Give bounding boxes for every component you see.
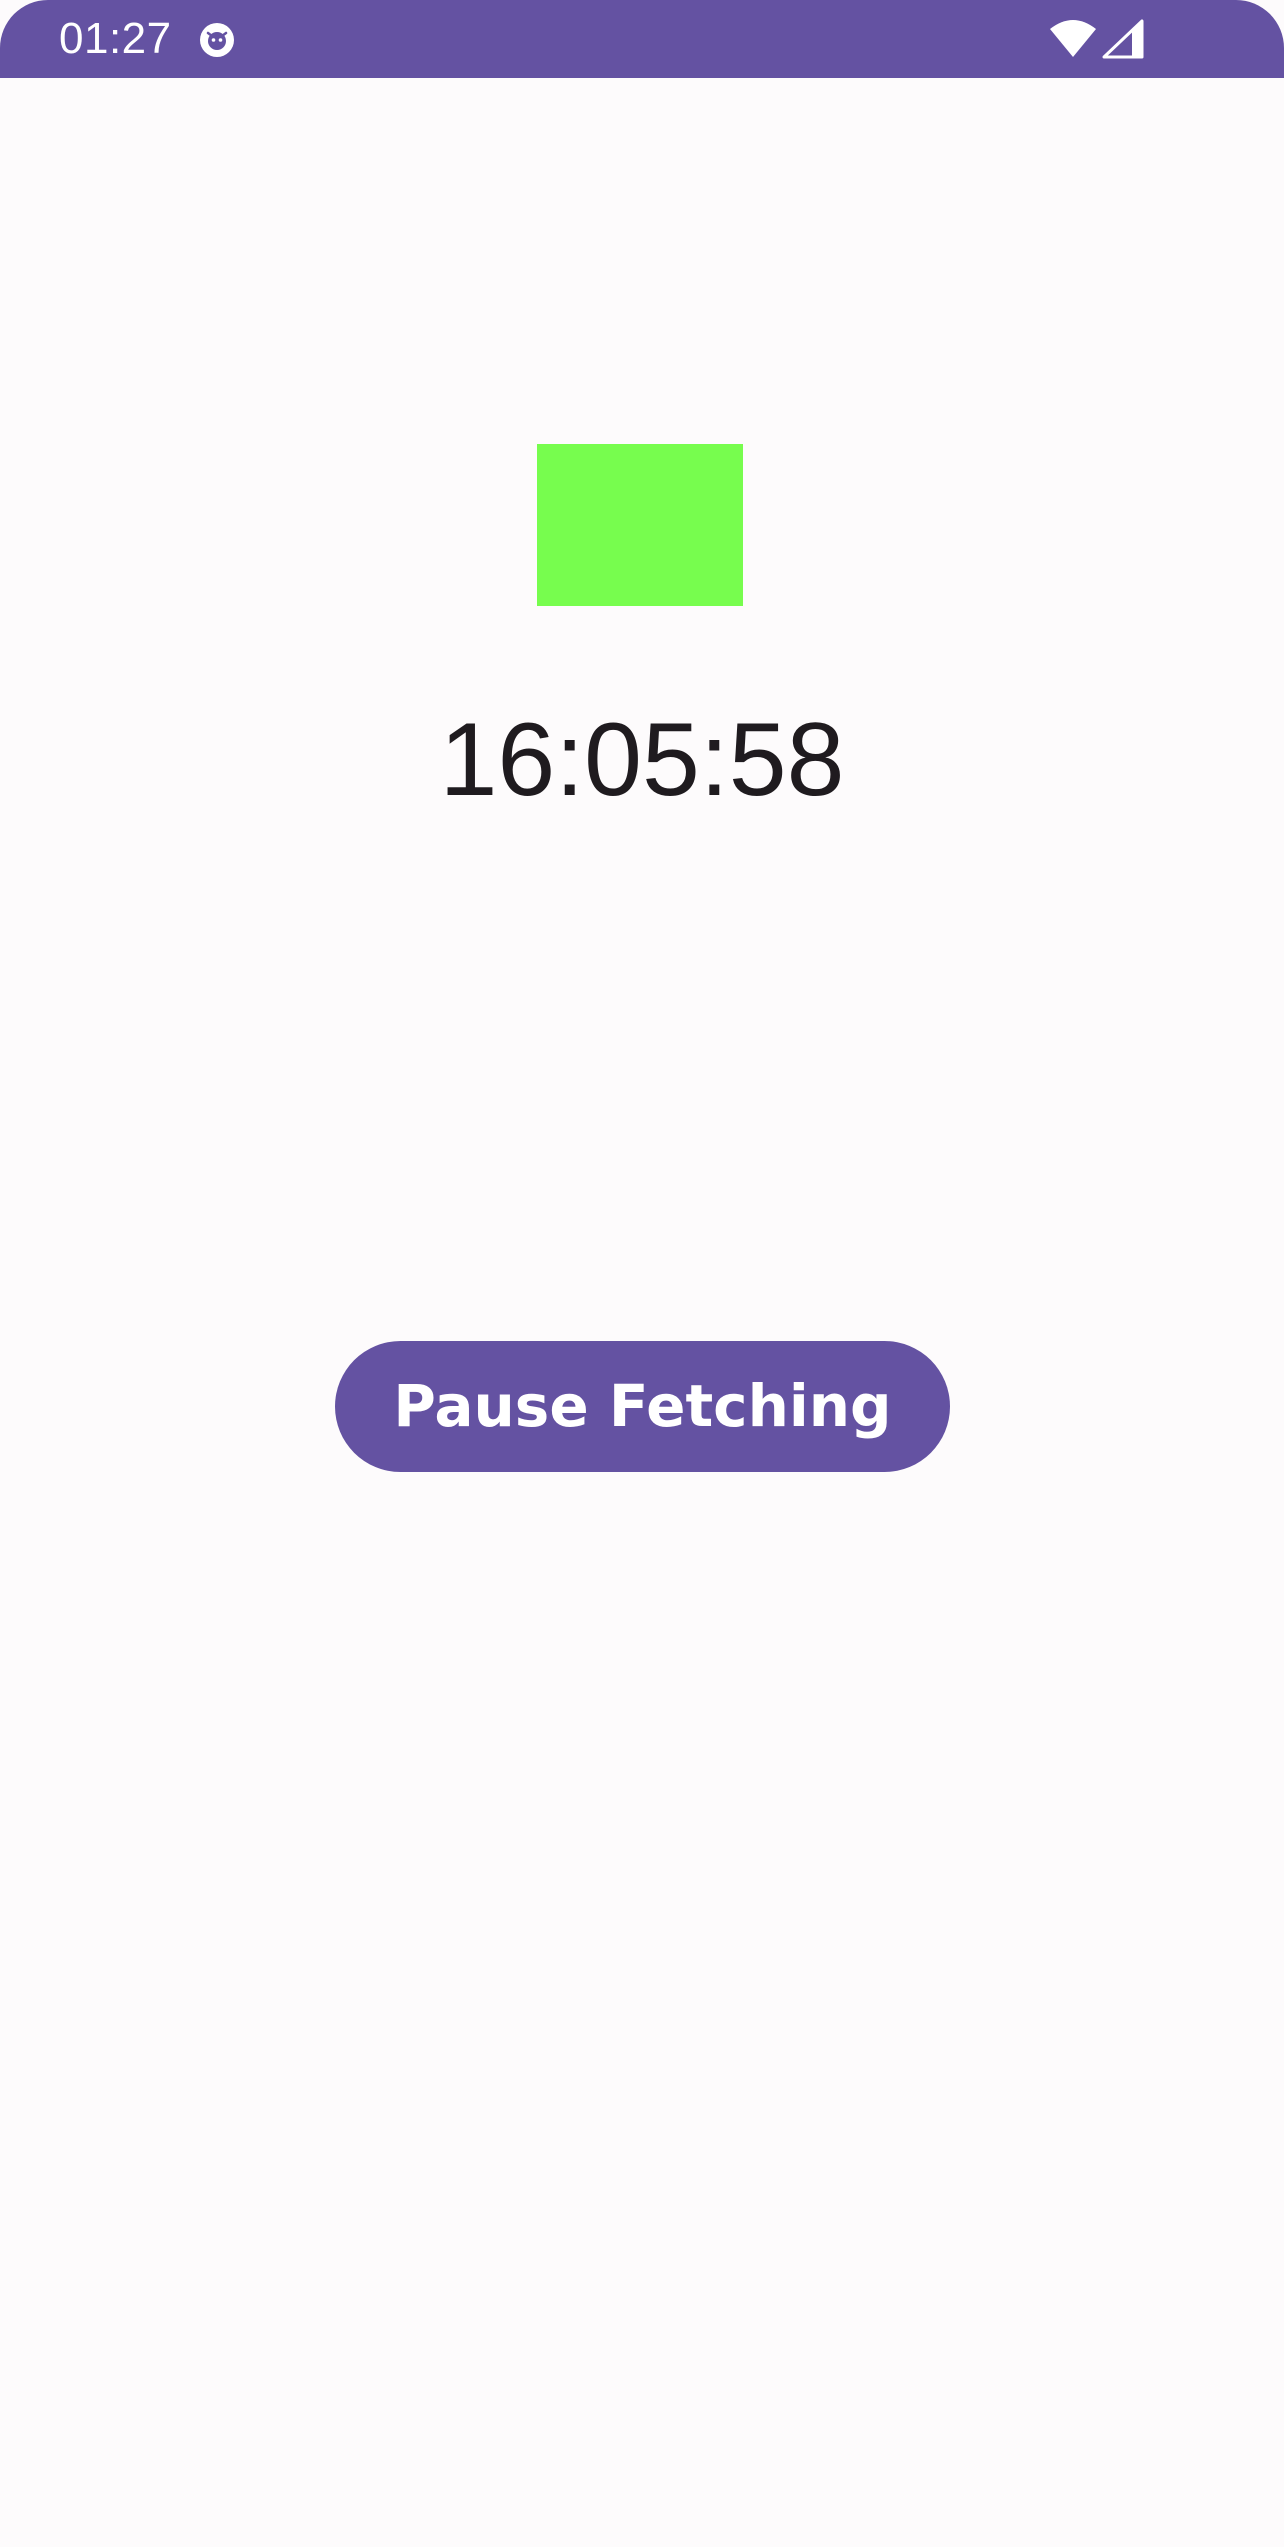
pause-fetching-button[interactable]: Pause Fetching: [335, 1341, 950, 1472]
app-notification-icon: [197, 20, 237, 60]
cell-signal-icon: [1102, 19, 1144, 59]
status-bar: 01:27: [0, 0, 1284, 78]
fetched-time-text: 16:05:58: [439, 702, 845, 818]
wifi-icon: [1048, 17, 1098, 59]
app-screen: 01:27 16:05:58 Pause Fetching: [0, 0, 1284, 2547]
status-color-box: [537, 444, 743, 606]
status-time: 01:27: [59, 14, 172, 63]
